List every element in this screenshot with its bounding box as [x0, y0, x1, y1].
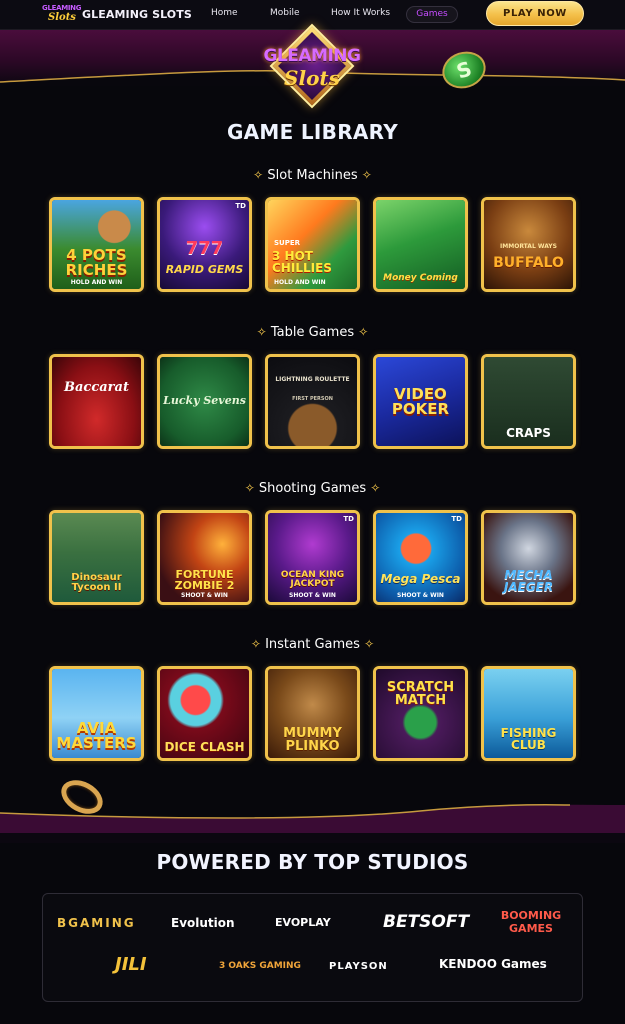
studio-logo-kendoo: KENDOO Games: [439, 957, 547, 971]
play-now-button[interactable]: PLAY NOW: [486, 1, 584, 26]
game-tile-scratch-match[interactable]: SCRATCH MATCH: [373, 666, 468, 761]
game-title: Dinosaur Tycoon II: [71, 572, 122, 593]
sparkle-icon: ✧: [256, 325, 267, 339]
game-title: 4 POTS RICHES: [65, 246, 128, 279]
hero-logo-top-text: GLEAMING: [263, 46, 361, 66]
studio-logos-panel: BGAMING Evolution EVOPLAY BETSOFT BOOMIN…: [42, 893, 583, 1002]
sparkle-icon: ✧: [370, 481, 381, 495]
game-tile-video-poker[interactable]: VIDEO POKER: [373, 354, 468, 449]
td-badge: TD: [343, 515, 354, 523]
game-title: BUFFALO: [493, 255, 564, 271]
td-badge: TD: [451, 515, 462, 523]
studio-logo-booming-games: BOOMING GAMES: [500, 909, 562, 935]
game-title: Lucky Sevens: [163, 394, 246, 407]
sparkle-icon: ✧: [358, 325, 369, 339]
game-tile-mega-pesca[interactable]: TD Mega Pesca SHOOT & WIN: [373, 510, 468, 605]
game-subtitle: SHOOT & WIN: [181, 592, 228, 599]
game-title: MUMMY PLINKO: [283, 726, 342, 754]
game-title: Baccarat: [64, 380, 129, 395]
nav-link-how-it-works[interactable]: How It Works: [331, 8, 390, 18]
game-subtitle: FIRST PERSON: [292, 396, 333, 402]
game-title: FORTUNE ZOMBIE 2: [174, 568, 235, 592]
game-title: Money Coming: [383, 273, 458, 283]
game-title-top: SUPER: [274, 239, 301, 247]
game-title: DICE CLASH: [164, 740, 245, 754]
game-tile-avia-masters[interactable]: AVIA MASTERS: [49, 666, 144, 761]
brand-name: GLEAMING SLOTS: [82, 7, 192, 21]
game-tile-immortal-ways-buffalo[interactable]: IMMORTAL WAYS BUFFALO: [481, 197, 576, 292]
brand-logo-bottom-text: Slots: [48, 12, 76, 23]
nav-link-mobile[interactable]: Mobile: [270, 8, 300, 18]
category-title-table-games: ✧ Table Games ✧: [0, 325, 625, 340]
category-title-text: Table Games: [270, 325, 355, 340]
hero-logo-bottom-text: Slots: [284, 66, 340, 90]
game-subtitle: HOLD AND WIN: [70, 279, 123, 286]
category-title-text: Slot Machines: [267, 168, 358, 183]
game-tile-mecha-jaeger[interactable]: MECHA JAEGER: [481, 510, 576, 605]
game-tile-lightning-roulette[interactable]: LIGHTNING ROULETTE FIRST PERSON: [265, 354, 360, 449]
game-title: CRAPS: [506, 426, 551, 440]
brand-home-link[interactable]: GLEAMING Slots GLEAMING SLOTS: [42, 4, 192, 24]
game-title-top: 777: [185, 238, 224, 259]
nav-link-games-active[interactable]: Games: [406, 6, 458, 23]
sparkle-icon: ✧: [253, 168, 264, 182]
category-title-text: Instant Games: [265, 637, 360, 652]
game-tile-3-hot-chillies[interactable]: SUPER 3 HOT CHILLIES HOLD AND WIN: [265, 197, 360, 292]
studio-logo-3-oaks-gaming: 3 OAKS GAMING: [219, 961, 301, 971]
td-badge: TD: [235, 202, 246, 210]
sparkle-icon: ✧: [250, 637, 261, 651]
game-tile-baccarat[interactable]: Baccarat: [49, 354, 144, 449]
game-subtitle: HOLD AND WIN: [274, 279, 326, 286]
game-art: [52, 357, 141, 446]
game-title: SCRATCH MATCH: [386, 680, 455, 708]
game-tile-dice-clash[interactable]: DICE CLASH: [157, 666, 252, 761]
sparkle-icon: ✧: [364, 637, 375, 651]
sparkle-icon: ✧: [361, 168, 372, 182]
game-tile-rapid-gems[interactable]: TD 777 RAPID GEMS: [157, 197, 252, 292]
game-subtitle: SHOOT & WIN: [397, 592, 444, 599]
game-title: 3 HOT CHILLIES: [272, 249, 332, 275]
studio-logo-playson: PLAYSON: [329, 961, 388, 972]
game-tile-craps[interactable]: CRAPS: [481, 354, 576, 449]
game-tile-lucky-sevens[interactable]: Lucky Sevens: [157, 354, 252, 449]
game-tile-ocean-king-jackpot[interactable]: TD OCEAN KING JACKPOT SHOOT & WIN: [265, 510, 360, 605]
game-title: RAPID GEMS: [165, 263, 244, 276]
game-title: LIGHTNING ROULETTE: [275, 376, 350, 383]
hero-logo: GLEAMING Slots: [256, 23, 368, 109]
studio-logo-bgaming: BGAMING: [57, 916, 136, 930]
studio-logo-evoplay: EVOPLAY: [275, 916, 331, 929]
game-title: VIDEO POKER: [391, 385, 450, 418]
game-library-title: GAME LIBRARY: [226, 120, 399, 144]
game-tile-4-pots-riches[interactable]: 4 POTS RICHES HOLD AND WIN: [49, 197, 144, 292]
category-title-text: Shooting Games: [258, 481, 367, 496]
game-title: MECHA JAEGER: [503, 568, 554, 594]
game-title: AVIA MASTERS: [56, 719, 137, 752]
studio-logo-evolution: Evolution: [171, 916, 235, 930]
game-tile-mummy-plinko[interactable]: MUMMY PLINKO: [265, 666, 360, 761]
game-subtitle: SHOOT & WIN: [289, 592, 336, 599]
game-art: [376, 513, 465, 602]
game-title-top: IMMORTAL WAYS: [500, 243, 557, 250]
game-tile-dinosaur-tycoon-ii[interactable]: Dinosaur Tycoon II: [49, 510, 144, 605]
category-title-shooting-games: ✧ Shooting Games ✧: [0, 481, 625, 496]
game-title: FISHING CLUB: [500, 726, 557, 752]
game-title: OCEAN KING JACKPOT: [280, 570, 345, 589]
studios-title: POWERED BY TOP STUDIOS: [156, 850, 469, 874]
game-title: Mega Pesca: [380, 572, 461, 586]
brand-logo: GLEAMING Slots: [42, 3, 81, 25]
nav-link-home[interactable]: Home: [211, 8, 238, 18]
category-title-instant-games: ✧ Instant Games ✧: [0, 637, 625, 652]
sparkle-icon: ✧: [244, 481, 255, 495]
brand-logo-top-text: GLEAMING: [42, 4, 82, 12]
game-tile-fortune-zombie-2[interactable]: FORTUNE ZOMBIE 2 SHOOT & WIN: [157, 510, 252, 605]
game-tile-fishing-club[interactable]: FISHING CLUB: [481, 666, 576, 761]
studio-logo-jili: JILI: [115, 954, 147, 975]
studio-logo-betsoft: BETSOFT: [383, 912, 470, 932]
category-title-slot-machines: ✧ Slot Machines ✧: [0, 168, 625, 183]
game-tile-money-coming[interactable]: Money Coming: [373, 197, 468, 292]
